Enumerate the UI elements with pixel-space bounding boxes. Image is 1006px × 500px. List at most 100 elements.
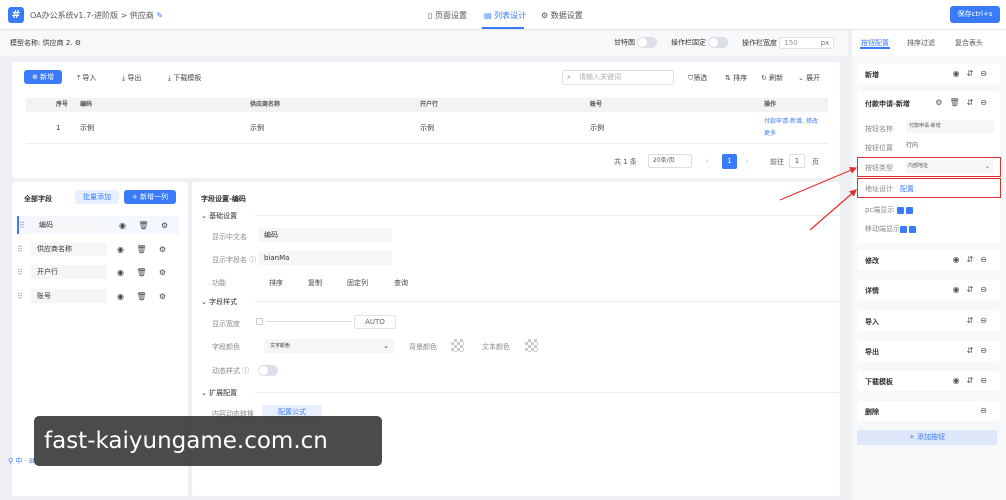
fixed-toggle[interactable] xyxy=(708,37,729,48)
filter-button[interactable]: ⛉筛选 xyxy=(688,73,707,83)
style-section-header[interactable]: ⌄ 字段样式 xyxy=(201,297,237,307)
field-name-input[interactable]: 账号 xyxy=(31,289,107,303)
minus-circle-icon[interactable]: ⊖ xyxy=(980,255,994,264)
settings-icon[interactable]: ⚙ xyxy=(155,292,170,301)
field-row[interactable]: ⠿ 开户行 ◉ 🗑 ⚙ xyxy=(17,263,179,281)
field-row[interactable]: ⠿ 账号 ◉ 🗑 ⚙ xyxy=(17,287,179,305)
sort-handle-icon[interactable]: ⇵ xyxy=(967,376,981,385)
minus-circle-icon[interactable]: ⊖ xyxy=(980,285,994,294)
sort-handle-icon[interactable]: ⇵ xyxy=(967,285,981,294)
sort-handle-icon[interactable]: ⇵ xyxy=(967,346,981,355)
mobile-a-icon[interactable] xyxy=(909,225,917,233)
feature-fix-column[interactable]: 固定列 xyxy=(347,278,368,288)
export-button[interactable]: ⤓ 导出 xyxy=(122,73,141,83)
sticky-toggle[interactable] xyxy=(637,37,658,48)
mobile-checkbox[interactable] xyxy=(900,225,907,233)
button-item-detail[interactable]: 详情 ◉⇵⊖ xyxy=(857,280,1000,300)
breadcrumb-app[interactable]: OA办公系统v1.7-进阶版 xyxy=(30,11,118,20)
eye-icon[interactable]: ◉ xyxy=(953,285,967,294)
sort-button[interactable]: ⇅ 排序 xyxy=(725,73,747,83)
button-item-payment-add[interactable]: 付款申请-新增 ⚙🗑⇵⊖ xyxy=(857,93,1000,113)
trash-icon[interactable]: 🗑 xyxy=(949,98,966,107)
page-current[interactable]: 1 xyxy=(722,154,737,169)
feature-copy[interactable]: 复制 xyxy=(308,278,322,288)
width-slider[interactable] xyxy=(266,321,352,322)
btn-position-value[interactable]: 行内 xyxy=(906,140,918,149)
bg-color-picker[interactable] xyxy=(451,339,464,352)
minus-circle-icon[interactable]: ⊖ xyxy=(980,316,994,325)
minus-circle-icon[interactable]: ⊖ xyxy=(980,69,994,78)
button-item-add[interactable]: 新增 ◉⇵⊖ xyxy=(857,64,1000,84)
button-item-edit[interactable]: 修改 ◉⇵⊖ xyxy=(857,250,1000,270)
drag-handle-icon[interactable]: ⠿ xyxy=(17,292,27,301)
minus-circle-icon[interactable]: ⊖ xyxy=(980,98,994,107)
sort-handle-icon[interactable]: ⇵ xyxy=(967,255,981,264)
button-item-import[interactable]: 导入 ⇵⊖ xyxy=(857,311,1000,331)
eye-icon[interactable]: ◉ xyxy=(113,268,128,277)
sort-handle-icon[interactable]: ⇵ xyxy=(967,316,981,325)
row-action-links[interactable]: 付款申请-新增, 修改 xyxy=(764,116,818,128)
tab-page-settings[interactable]: ▯ 页面设置 xyxy=(428,10,467,21)
pc-checkbox[interactable] xyxy=(896,206,904,214)
drag-handle-icon[interactable]: ⠿ xyxy=(17,245,27,254)
eye-icon[interactable]: ◉ xyxy=(953,69,967,78)
download-template-button[interactable]: ⤓ 下载模板 xyxy=(168,73,201,83)
button-item-export[interactable]: 导出 ⇵⊖ xyxy=(857,341,1000,361)
minus-circle-icon[interactable]: ⊖ xyxy=(980,406,994,415)
save-button[interactable]: 保存ctrl+s xyxy=(950,6,1000,23)
field-name-input[interactable]: 开户行 xyxy=(31,265,107,279)
add-button-button[interactable]: + 添加按钮 xyxy=(857,430,997,445)
add-column-button[interactable]: + 新增一列 xyxy=(124,190,176,204)
sort-handle-icon[interactable]: ⇵ xyxy=(967,98,981,107)
addr-config-link[interactable]: 配置 xyxy=(900,184,914,194)
dynamic-style-toggle[interactable] xyxy=(258,365,278,376)
feature-sort[interactable]: 排序 xyxy=(269,278,283,288)
eye-icon[interactable]: ◉ xyxy=(953,255,967,264)
field-name-input[interactable]: bianMa xyxy=(258,251,392,265)
width-checkbox[interactable] xyxy=(256,318,263,325)
field-row[interactable]: ⠿ 编码 ◉ 🗑 ⚙ xyxy=(17,216,179,234)
search-input[interactable]: ⌕ 请输入关键词 xyxy=(562,70,674,85)
settings-icon[interactable]: ⚙ xyxy=(75,39,81,47)
tab-data-settings[interactable]: ⚙ 数据设置 xyxy=(541,10,583,21)
eye-icon[interactable]: ◉ xyxy=(115,221,130,230)
ime-toolbar[interactable]: ⚲ 中 · ⊞ xyxy=(8,456,35,466)
field-name-input[interactable]: 供应商名称 xyxy=(31,242,107,256)
minus-circle-icon[interactable]: ⊖ xyxy=(980,376,994,385)
display-width-input[interactable]: AUTO xyxy=(354,315,396,329)
drag-handle-icon[interactable]: ⠿ xyxy=(19,221,29,230)
sort-handle-icon[interactable]: ⇵ xyxy=(967,69,981,78)
trash-icon[interactable]: 🗑 xyxy=(134,268,149,277)
settings-icon[interactable]: ⚙ xyxy=(935,98,949,107)
trash-icon[interactable]: 🗑 xyxy=(134,292,149,301)
btn-type-select[interactable]: 内部地址 ⌄ xyxy=(905,160,993,173)
drag-handle-icon[interactable]: ⠿ xyxy=(17,268,27,277)
text-color-picker[interactable] xyxy=(525,339,538,352)
ext-section-header[interactable]: ⌄ 扩展配置 xyxy=(201,388,237,398)
settings-icon[interactable]: ⚙ xyxy=(157,221,172,230)
btn-name-input[interactable]: 付款申请-新增 xyxy=(906,120,994,133)
prev-page-icon[interactable]: ‹ xyxy=(706,157,709,165)
basic-section-header[interactable]: ⌄ 基础设置 xyxy=(201,211,237,221)
settings-icon[interactable]: ⚙ xyxy=(155,245,170,254)
width-input[interactable]: 150 px xyxy=(779,37,835,49)
expand-button[interactable]: ⌄ 展开 xyxy=(798,73,820,83)
edit-icon[interactable]: ✎ xyxy=(156,11,163,20)
page-size-select[interactable]: 20条/页 xyxy=(648,154,692,168)
trash-icon[interactable]: 🗑 xyxy=(134,245,149,254)
pc-a-icon[interactable] xyxy=(905,206,913,214)
eye-icon[interactable]: ◉ xyxy=(953,376,967,385)
next-page-icon[interactable]: › xyxy=(746,157,749,165)
tab-compound-header[interactable]: 复合表头 xyxy=(955,38,983,48)
batch-add-button[interactable]: 批量添加 xyxy=(75,190,119,204)
trash-icon[interactable]: 🗑 xyxy=(136,221,151,230)
eye-icon[interactable]: ◉ xyxy=(113,292,128,301)
button-item-download-template[interactable]: 下载模板 ◉⇵⊖ xyxy=(857,371,1000,391)
button-item-delete[interactable]: 删除 ⊖ xyxy=(857,401,1000,421)
tab-sort-filter[interactable]: 排序过滤 xyxy=(907,38,935,48)
import-button[interactable]: ⤒ 导入 xyxy=(77,73,96,83)
feature-query[interactable]: 查询 xyxy=(394,278,408,288)
settings-icon[interactable]: ⚙ xyxy=(155,268,170,277)
eye-icon[interactable]: ◉ xyxy=(113,245,128,254)
display-name-input[interactable]: 编码 xyxy=(258,228,392,242)
